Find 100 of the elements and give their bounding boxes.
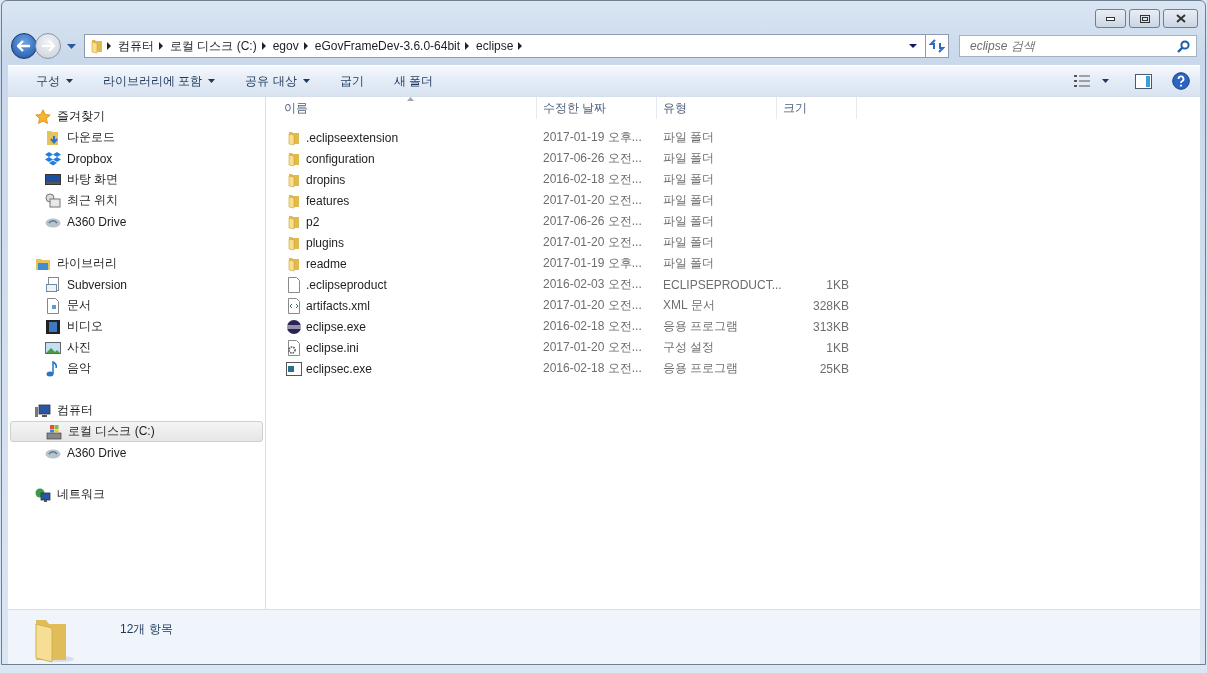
- file-name[interactable]: eclipsec.exe: [306, 361, 373, 376]
- toolbar-menu[interactable]: 새 폴더: [385, 68, 442, 94]
- view-options-icon[interactable]: [1074, 74, 1090, 88]
- preview-pane-icon[interactable]: [1135, 73, 1152, 89]
- close-button[interactable]: [1163, 9, 1198, 28]
- sidebar-heading[interactable]: 라이브러리: [10, 253, 265, 274]
- network-icon: [35, 486, 51, 503]
- date-cell-text: 2017-06-26 오전...: [542, 213, 643, 230]
- caret-icon: [208, 79, 216, 83]
- folder-icon: [286, 150, 302, 167]
- breadcrumb-segment[interactable]: egov: [265, 39, 304, 53]
- folder-icon: [286, 255, 302, 272]
- size-cell-text: 1KB: [825, 340, 850, 355]
- film-icon: [45, 318, 61, 335]
- sidebar-item[interactable]: 바탕 화면: [10, 169, 265, 190]
- type-cell-text: 파일 폴더: [662, 171, 716, 188]
- date-cell-text: 2017-01-20 오전...: [542, 297, 643, 314]
- column-header[interactable]: 수정한 날짜: [537, 97, 657, 119]
- download-folder-icon: [45, 129, 61, 146]
- type-cell-text: XML 문서: [662, 297, 716, 314]
- breadcrumb-segment[interactable]: 로컬 디스크 (C:): [163, 37, 262, 55]
- folder-icon: [286, 171, 302, 188]
- maximize-button[interactable]: [1129, 9, 1160, 28]
- restore-icon: [1139, 14, 1150, 23]
- size-cell-text: 25KB: [818, 361, 850, 376]
- search-icon[interactable]: [1177, 40, 1190, 53]
- type-cell-text: 구성 설정: [662, 339, 716, 356]
- toolbar-menu[interactable]: 라이브러리에 포함: [95, 68, 224, 94]
- dropbox-icon: [45, 150, 61, 167]
- window-icon: [286, 360, 302, 377]
- sidebar-heading[interactable]: 즐겨찾기: [10, 106, 265, 127]
- folder-icon: [286, 234, 302, 251]
- file-name[interactable]: artifacts.xml: [306, 298, 370, 313]
- date-cell-text: 2016-02-18 오전...: [542, 360, 643, 377]
- file-name[interactable]: configuration: [306, 151, 375, 166]
- document-icon: [45, 276, 61, 293]
- file-name[interactable]: readme: [306, 256, 347, 271]
- close-icon: [1175, 14, 1186, 23]
- file-name[interactable]: .eclipseproduct: [306, 277, 387, 292]
- dropdown-icon[interactable]: [909, 44, 917, 48]
- forward-arrow-icon: [41, 40, 55, 52]
- date-cell-text: 2016-02-18 오전...: [542, 318, 643, 335]
- toolbar-menu[interactable]: 굽기: [331, 68, 372, 94]
- sidebar-item[interactable]: A360 Drive: [10, 442, 265, 463]
- minimize-button[interactable]: [1095, 9, 1126, 28]
- sidebar-item[interactable]: 음악: [10, 358, 265, 379]
- folder-icon: [286, 192, 302, 209]
- sort-arrow-icon: [407, 97, 414, 101]
- file-name[interactable]: eclipse.exe: [306, 319, 367, 334]
- file-name[interactable]: features: [306, 193, 350, 208]
- size-cell-text: 328KB: [811, 298, 850, 313]
- refresh-icon[interactable]: [929, 39, 945, 53]
- file-name[interactable]: dropins: [306, 172, 346, 187]
- sidebar-heading[interactable]: 네트워크: [10, 484, 265, 505]
- search-field[interactable]: eclipse 검색: [959, 35, 1197, 57]
- column-header[interactable]: 크기: [777, 97, 857, 119]
- sidebar-item[interactable]: 로컬 디스크 (C:): [10, 421, 263, 442]
- sidebar-item[interactable]: 최근 위치: [10, 190, 265, 211]
- minimize-icon: [1106, 16, 1115, 21]
- computer-icon: [35, 402, 51, 419]
- toolbar-menu[interactable]: 공유 대상: [237, 68, 318, 94]
- sidebar-item[interactable]: 문서: [10, 295, 265, 316]
- type-cell-text: 응용 프로그램: [662, 318, 740, 335]
- toolbar-menu[interactable]: 구성: [28, 68, 81, 94]
- folder-icon: [286, 213, 302, 230]
- sidebar-heading[interactable]: 컴퓨터: [10, 400, 265, 421]
- type-cell-text: 응용 프로그램: [662, 360, 740, 377]
- recent-places-icon: [45, 192, 61, 209]
- column-header[interactable]: 유형: [657, 97, 777, 119]
- breadcrumb-segment[interactable]: eGovFrameDev-3.6.0-64bit: [307, 39, 466, 53]
- back-button[interactable]: [11, 33, 37, 59]
- settings-file-icon: [286, 339, 302, 356]
- back-arrow-icon: [17, 40, 31, 52]
- date-cell-text: 2017-01-19 오후...: [542, 129, 643, 146]
- file-name[interactable]: plugins: [306, 235, 345, 250]
- address-bar[interactable]: 컴퓨터 로컬 디스크 (C:) egov eGovFrameDev-3.6.0-64bit eclipse: [84, 34, 949, 58]
- help-icon[interactable]: [1172, 72, 1190, 90]
- type-cell-text: 파일 폴더: [662, 192, 716, 209]
- view-dropdown-icon: [1102, 79, 1109, 83]
- folder-icon: [89, 38, 105, 54]
- sidebar-item[interactable]: A360 Drive: [10, 211, 265, 232]
- sidebar-item[interactable]: 사진: [10, 337, 265, 358]
- folder-icon: [286, 129, 302, 146]
- sidebar-item[interactable]: 다운로드: [10, 127, 265, 148]
- breadcrumb-segment[interactable]: eclipse: [469, 39, 519, 53]
- sidebar-item[interactable]: 비디오: [10, 316, 265, 337]
- file-name[interactable]: .eclipseextension: [306, 130, 399, 145]
- type-cell-text: 파일 폴더: [662, 150, 716, 167]
- file-name[interactable]: eclipse.ini: [306, 340, 359, 355]
- breadcrumb-segment[interactable]: 컴퓨터: [111, 37, 159, 55]
- type-cell-text: 파일 폴더: [662, 255, 716, 272]
- type-cell-text: 파일 폴더: [662, 129, 716, 146]
- caret-icon: [302, 79, 310, 83]
- caret-icon: [66, 79, 73, 83]
- sidebar-item[interactable]: Subversion: [10, 274, 265, 295]
- column-header[interactable]: 이름: [278, 97, 537, 119]
- date-cell-text: 2017-01-19 오후...: [542, 255, 643, 272]
- file-name[interactable]: p2: [306, 214, 320, 229]
- sidebar-item[interactable]: Dropbox: [10, 148, 265, 169]
- history-dropdown-icon[interactable]: [67, 43, 76, 49]
